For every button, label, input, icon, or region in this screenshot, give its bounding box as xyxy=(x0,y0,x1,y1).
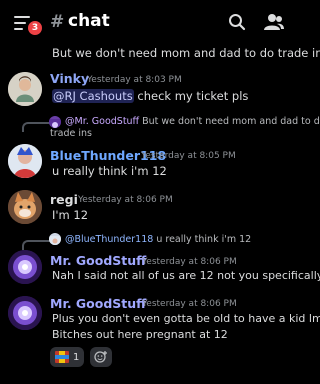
message-text-continued: Bitches out here pregnant at 12 xyxy=(52,328,228,341)
add-reaction-icon xyxy=(94,351,108,363)
message-text: But we don't need mom and dad to do trad… xyxy=(52,46,320,60)
reply-connector xyxy=(22,240,50,250)
avatar[interactable] xyxy=(8,144,42,178)
message-text: I'm 12 xyxy=(52,208,89,222)
message-text: Nah I said not all of us are 12 not you … xyxy=(52,269,320,282)
reaction-count: 1 xyxy=(73,351,80,363)
avatar[interactable] xyxy=(8,250,42,284)
avatar[interactable] xyxy=(8,72,42,106)
reply-avatar xyxy=(49,233,61,245)
members-icon[interactable] xyxy=(263,13,285,31)
message-author[interactable]: Mr. GoodStuff xyxy=(50,296,146,311)
user-mention[interactable]: @RJ Cashouts xyxy=(52,89,134,103)
channel-title: chat xyxy=(68,11,110,31)
message-timestamp: Yesterday at 8:06 PM xyxy=(142,257,237,267)
message-timestamp: Yesterday at 8:03 PM xyxy=(87,75,182,85)
reaction-chip[interactable]: 1 xyxy=(50,347,85,367)
message-text: Plus you don't even gotta be old to have… xyxy=(52,312,320,325)
flag-emoji-icon xyxy=(55,351,69,363)
top-bar: 3 # chat xyxy=(0,0,298,44)
message-author[interactable]: Mr. GoodStuff xyxy=(50,253,146,268)
message-text: @RJ Cashouts check my ticket pls xyxy=(52,89,249,103)
message-author[interactable]: regi xyxy=(50,192,78,207)
message-timestamp: Yesterday at 8:06 PM xyxy=(142,299,237,309)
hash-icon: # xyxy=(50,12,65,32)
reply-preview[interactable]: @BlueThunder118 u really think i'm 12 xyxy=(65,234,251,245)
avatar[interactable] xyxy=(8,190,42,224)
notification-badge: 3 xyxy=(26,19,44,37)
message-author[interactable]: Vinky xyxy=(50,71,89,86)
message-timestamp: Yesterday at 8:06 PM xyxy=(78,195,173,205)
reply-avatar xyxy=(49,116,61,128)
message-text: u really think i'm 12 xyxy=(52,164,167,178)
message-timestamp: Yesterday at 8:05 PM xyxy=(141,151,236,161)
reply-connector xyxy=(22,122,50,132)
reply-preview-continued: trade ins xyxy=(50,128,92,139)
reactions-bar: 1 xyxy=(50,347,113,367)
avatar[interactable] xyxy=(8,296,42,330)
reply-preview[interactable]: @Mr. GoodStuff But we don't need mom and… xyxy=(65,116,320,127)
search-icon[interactable] xyxy=(228,13,246,31)
add-reaction-button[interactable] xyxy=(90,347,113,367)
